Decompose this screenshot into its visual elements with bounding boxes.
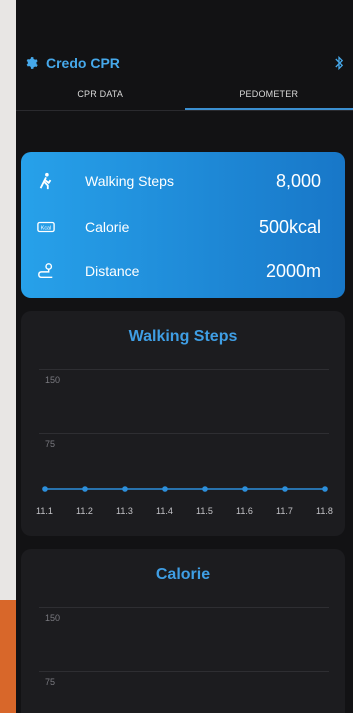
- y-label-75: 75: [45, 677, 56, 687]
- x-axis-label: 11.1: [36, 506, 53, 516]
- walking-steps-chart: [42, 486, 328, 492]
- x-axis-label: 11.6: [236, 506, 253, 516]
- x-axis-label: 11.7: [276, 506, 293, 516]
- walking-person-icon: [39, 172, 52, 190]
- app-title: Credo CPR: [46, 55, 120, 71]
- summary-row-steps: Walking Steps 8,000: [21, 166, 345, 196]
- calorie-title: Calorie: [155, 566, 211, 583]
- phone-screen: Credo CPR CPR DATA PEDOMETER Walking Ste…: [16, 0, 353, 713]
- grid-line-150: [39, 607, 329, 608]
- tab-cpr-data[interactable]: CPR DATA: [16, 82, 185, 110]
- steps-data-point: [202, 486, 208, 492]
- summary-value-steps: 8,000: [275, 170, 321, 191]
- gear-icon[interactable]: [24, 56, 38, 70]
- steps-data-point: [242, 486, 248, 492]
- tab-pedometer[interactable]: PEDOMETER: [184, 82, 353, 110]
- steps-data-point: [82, 486, 88, 492]
- grid-line-75: [39, 671, 329, 672]
- calorie-card: Calorie 150 75: [21, 549, 345, 713]
- summary-value-calorie: 500kcal: [258, 216, 321, 237]
- walking-steps-card: Walking Steps 150 75 11.1 11.2 11.3 11.4 11.…: [21, 311, 345, 536]
- steps-data-point: [122, 486, 128, 492]
- kcal-icon: Kcal: [37, 221, 55, 233]
- y-label-150: 150: [45, 613, 61, 623]
- background-accent: [0, 600, 16, 713]
- steps-data-point: [42, 486, 48, 492]
- distance-icon: [38, 263, 53, 279]
- summary-row-calorie: Kcal Calorie 500kcal: [21, 212, 345, 242]
- background-panel: [0, 0, 16, 600]
- x-axis-label: 11.8: [316, 506, 333, 516]
- x-axis-label: 11.4: [156, 506, 173, 516]
- x-axis-label: 11.5: [196, 506, 213, 516]
- summary-row-distance: Distance 2000m: [21, 256, 345, 286]
- summary-label-steps: Walking Steps: [85, 173, 174, 189]
- summary-card: Walking Steps 8,000 Kcal Calorie 500kcal…: [21, 152, 345, 298]
- summary-value-distance: 2000m: [265, 260, 321, 281]
- status-bar: [16, 0, 353, 44]
- x-axis-label: 11.3: [116, 506, 133, 516]
- tab-bar: CPR DATA PEDOMETER: [16, 82, 353, 111]
- steps-data-point: [282, 486, 288, 492]
- bluetooth-icon[interactable]: [333, 55, 345, 71]
- steps-data-point: [162, 486, 168, 492]
- summary-label-distance: Distance: [85, 263, 140, 279]
- x-axis-label: 11.2: [76, 506, 93, 516]
- svg-text:Kcal: Kcal: [41, 225, 51, 231]
- app-bar: Credo CPR: [16, 44, 353, 82]
- steps-data-point: [322, 486, 328, 492]
- summary-label-calorie: Calorie: [85, 219, 130, 235]
